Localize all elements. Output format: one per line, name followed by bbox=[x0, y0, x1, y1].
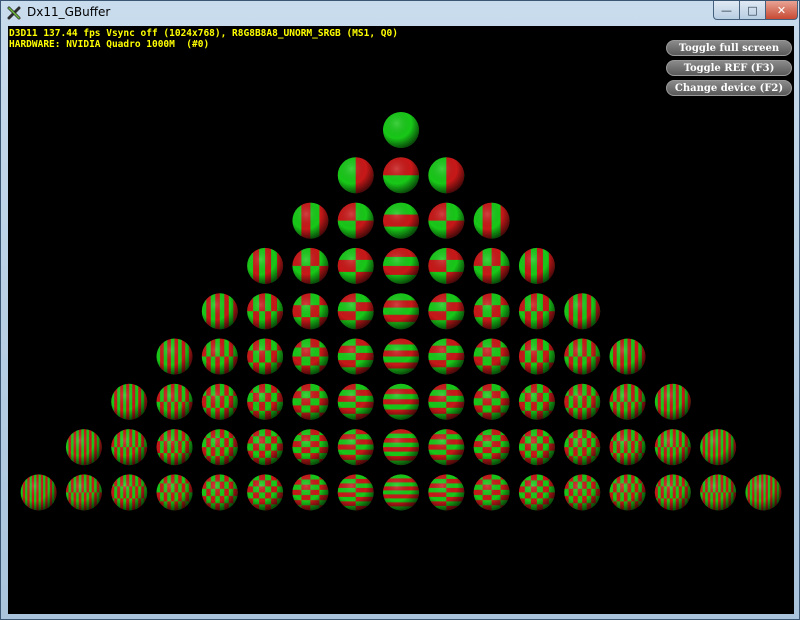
sh-sphere-l7-m-5 bbox=[156, 429, 193, 466]
sh-sphere-l6-m2 bbox=[473, 383, 510, 420]
sh-sphere-l6-m-4 bbox=[201, 383, 238, 420]
sh-sphere-l4-m-4 bbox=[201, 293, 238, 330]
sh-sphere-l3-m3 bbox=[518, 247, 555, 284]
sh-sphere-l5-m0 bbox=[383, 338, 419, 375]
sh-sphere-l7-m-4 bbox=[201, 429, 238, 466]
sh-sphere-l8-m-8 bbox=[20, 474, 57, 511]
sh-sphere-l6-m4 bbox=[564, 383, 601, 420]
sh-sphere-l8-m-6 bbox=[111, 474, 148, 511]
sh-sphere-l7-m-2 bbox=[292, 429, 329, 466]
sh-sphere-l8-m5 bbox=[609, 474, 646, 511]
sh-sphere-l2-m-1 bbox=[337, 202, 374, 239]
sh-sphere-l5-m-2 bbox=[292, 338, 329, 375]
sh-sphere-l7-m-3 bbox=[247, 429, 284, 466]
sh-sphere-l2-m0 bbox=[383, 202, 419, 239]
sh-sphere-l7-m-1 bbox=[337, 429, 374, 466]
sh-sphere-l8-m6 bbox=[654, 474, 691, 511]
sh-sphere-l3-m-1 bbox=[337, 247, 374, 284]
sh-sphere-l1-m-1 bbox=[337, 157, 374, 194]
title-bar[interactable]: Dx11_GBuffer — □ ✕ bbox=[1, 1, 799, 25]
sh-sphere-l3-m-3 bbox=[247, 247, 284, 284]
sh-sphere-l4-m0 bbox=[383, 293, 419, 330]
sh-sphere-l6-m-5 bbox=[156, 383, 193, 420]
sh-sphere-l8-m-4 bbox=[201, 474, 238, 511]
sh-sphere-l1-m1 bbox=[428, 157, 465, 194]
sh-sphere-l7-m0 bbox=[383, 429, 419, 466]
sh-sphere-l2-m2 bbox=[473, 202, 510, 239]
sh-sphere-l7-m6 bbox=[654, 429, 691, 466]
hardware-text: HARDWARE: NVIDIA Quadro 1000M (#0) bbox=[9, 39, 210, 50]
sh-sphere-l4-m-3 bbox=[247, 293, 284, 330]
sh-sphere-l3-m2 bbox=[473, 247, 510, 284]
sh-sphere-l5-m2 bbox=[473, 338, 510, 375]
sh-sphere-l5-m-1 bbox=[337, 338, 374, 375]
sh-sphere-l5-m-3 bbox=[247, 338, 284, 375]
sh-sphere-l8-m7 bbox=[700, 474, 737, 511]
sh-sphere-l7-m2 bbox=[473, 429, 510, 466]
sh-sphere-l5-m4 bbox=[564, 338, 601, 375]
toggle-fullscreen-button[interactable]: Toggle full screen bbox=[666, 40, 792, 56]
sh-sphere-l8-m3 bbox=[518, 474, 555, 511]
sh-sphere-l6-m5 bbox=[609, 383, 646, 420]
sh-sphere-pyramid bbox=[20, 112, 782, 511]
sh-sphere-l3-m-2 bbox=[292, 247, 329, 284]
change-device-button[interactable]: Change device (F2) bbox=[666, 80, 792, 96]
sh-sphere-l6-m-3 bbox=[247, 383, 284, 420]
maximize-button[interactable]: □ bbox=[739, 1, 766, 20]
sh-sphere-l6-m-6 bbox=[111, 383, 148, 420]
window-title: Dx11_GBuffer bbox=[27, 5, 111, 19]
sh-sphere-l8-m1 bbox=[428, 474, 465, 511]
sh-sphere-l8-m-5 bbox=[156, 474, 193, 511]
sh-sphere-l5-m1 bbox=[428, 338, 465, 375]
sh-sphere-l8-m-3 bbox=[247, 474, 284, 511]
sh-sphere-l4-m3 bbox=[518, 293, 555, 330]
sh-sphere-l6-m-2 bbox=[292, 383, 329, 420]
sh-sphere-l4-m-1 bbox=[337, 293, 374, 330]
sh-sphere-l8-m2 bbox=[473, 474, 510, 511]
sh-sphere-l8-m-2 bbox=[292, 474, 329, 511]
app-window: Dx11_GBuffer — □ ✕ D3D11 137.44 fps Vsyn… bbox=[0, 0, 800, 620]
sh-sphere-l3-m1 bbox=[428, 247, 465, 284]
sh-sphere-l8-m8 bbox=[745, 474, 782, 511]
sh-sphere-l3-m0 bbox=[383, 247, 419, 284]
sh-sphere-l6-m0 bbox=[383, 383, 419, 420]
sh-sphere-l8-m-1 bbox=[337, 474, 374, 511]
minimize-button[interactable]: — bbox=[713, 1, 740, 20]
sh-sphere-l8-m0 bbox=[383, 474, 419, 511]
sh-sphere-l7-m4 bbox=[564, 429, 601, 466]
sh-sphere-l2-m-2 bbox=[292, 202, 329, 239]
directx-icon bbox=[7, 6, 21, 20]
sh-sphere-l1-m0 bbox=[383, 157, 419, 194]
sh-sphere-l6-m-1 bbox=[337, 383, 374, 420]
sh-sphere-l6-m6 bbox=[654, 383, 691, 420]
sh-sphere-l4-m-2 bbox=[292, 293, 329, 330]
sh-sphere-l7-m7 bbox=[700, 429, 737, 466]
sh-sphere-l5-m3 bbox=[518, 338, 555, 375]
sh-sphere-l7-m3 bbox=[518, 429, 555, 466]
sh-sphere-l7-m5 bbox=[609, 429, 646, 466]
sh-sphere-l7-m1 bbox=[428, 429, 465, 466]
sh-sphere-l7-m-6 bbox=[111, 429, 148, 466]
sh-sphere-l0-m0 bbox=[383, 112, 419, 148]
sh-sphere-l7-m-7 bbox=[65, 429, 102, 466]
sh-sphere-l4-m2 bbox=[473, 293, 510, 330]
sh-sphere-l6-m1 bbox=[428, 383, 465, 420]
sh-sphere-l2-m1 bbox=[428, 202, 465, 239]
close-button[interactable]: ✕ bbox=[765, 1, 798, 20]
sh-sphere-l5-m-4 bbox=[201, 338, 238, 375]
sh-sphere-l8-m-7 bbox=[65, 474, 102, 511]
sh-sphere-l5-m5 bbox=[609, 338, 646, 375]
sh-sphere-l6-m3 bbox=[518, 383, 555, 420]
render-viewport[interactable]: D3D11 137.44 fps Vsync off (1024x768), R… bbox=[8, 26, 794, 614]
sh-sphere-l8-m4 bbox=[564, 474, 601, 511]
toggle-ref-button[interactable]: Toggle REF (F3) bbox=[666, 60, 792, 76]
sh-sphere-l5-m-5 bbox=[156, 338, 193, 375]
sh-sphere-l4-m1 bbox=[428, 293, 465, 330]
sh-sphere-l4-m4 bbox=[564, 293, 601, 330]
